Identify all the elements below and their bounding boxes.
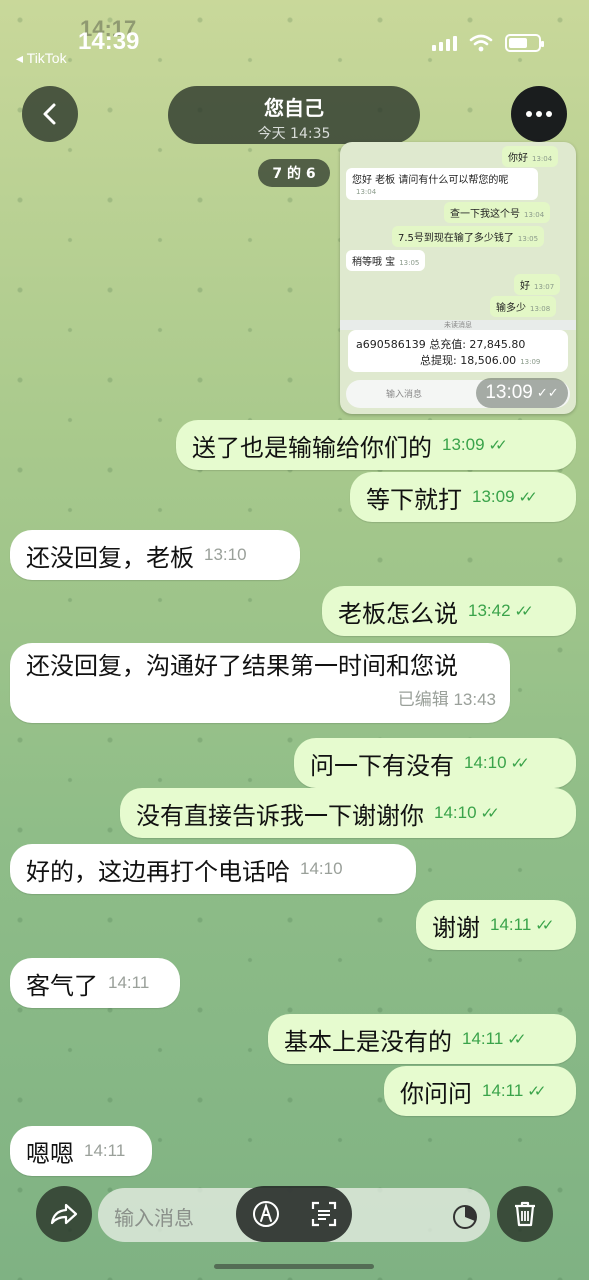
scan-icon[interactable]	[310, 1200, 338, 1228]
embedded-msg: 7.5号到现在输了多少钱了 13:05	[392, 226, 545, 247]
read-check-icon: ✓✓	[488, 437, 508, 454]
read-check-icon: ✓✓	[518, 489, 538, 506]
chat-header: 您自己 今天 14:35	[0, 86, 589, 146]
message-outgoing[interactable]: 基本上是没有的 14:11 ✓✓	[268, 1014, 576, 1064]
message-incoming[interactable]: 还没回复，沟通好了结果第一时间和您说 已编辑 13:43	[10, 643, 510, 723]
back-to-app-link[interactable]: ◂ TikTok	[16, 50, 67, 67]
message-outgoing[interactable]: 问一下有没有 14:10 ✓✓	[294, 738, 576, 788]
read-check-icon: ✓✓	[514, 603, 534, 620]
chat-title: 您自己	[264, 96, 324, 120]
share-button[interactable]	[36, 1186, 92, 1242]
back-button[interactable]	[22, 86, 78, 142]
message-outgoing[interactable]: 等下就打 13:09 ✓✓	[350, 472, 576, 522]
message-incoming[interactable]: 嗯嗯 14:11	[10, 1126, 152, 1176]
message-incoming[interactable]: 客气了 14:11	[10, 958, 180, 1008]
tool-pill	[236, 1186, 352, 1242]
embedded-msg: 您好 老板 请问有什么可以帮您的呢13:04	[346, 168, 538, 200]
embedded-account-card: a690586139 总充值: 27,845.80 总提现: 18,506.00…	[348, 330, 568, 372]
back-chevron-icon	[43, 103, 56, 125]
more-button[interactable]	[511, 86, 567, 142]
more-dots-icon	[526, 111, 532, 117]
embedded-msg: 你好 13:04	[502, 146, 559, 167]
status-time: 14:39	[78, 28, 140, 55]
message-outgoing[interactable]: 没有直接告诉我一下谢谢你 14:10 ✓✓	[120, 788, 576, 838]
read-check-icon: ✓✓	[535, 917, 554, 934]
embedded-msg: 好 13:07	[514, 274, 561, 295]
unread-divider: 未读消息	[340, 320, 576, 330]
message-outgoing[interactable]: 谢谢 14:11 ✓✓	[416, 900, 576, 950]
read-check-icon: ✓✓	[480, 805, 500, 822]
message-outgoing[interactable]: 你问问 14:11 ✓✓	[384, 1066, 576, 1116]
chat-title-pill[interactable]: 您自己 今天 14:35	[168, 86, 420, 144]
read-check-icon: ✓✓	[507, 1031, 526, 1048]
signal-icon	[432, 35, 457, 51]
wifi-icon	[469, 34, 493, 52]
trash-icon	[515, 1201, 535, 1227]
bottom-toolbar: 输入消息	[0, 1186, 589, 1244]
message-incoming[interactable]: 还没回复，老板 13:10	[10, 530, 300, 580]
pen-icon[interactable]	[251, 1199, 281, 1229]
share-icon	[50, 1203, 78, 1225]
pie-timer-icon[interactable]	[452, 1204, 478, 1230]
home-indicator	[214, 1264, 374, 1269]
embedded-msg: 查一下我这个号 13:04	[444, 202, 551, 223]
embedded-msg: 稍等哦 宝 13:05	[346, 250, 426, 271]
media-counter: 7 的 6	[258, 159, 330, 187]
message-outgoing[interactable]: 老板怎么说 13:42 ✓✓	[322, 586, 576, 636]
battery-icon	[505, 34, 544, 52]
delete-button[interactable]	[497, 1186, 553, 1242]
message-incoming[interactable]: 好的，这边再打个电话哈 14:10	[10, 844, 416, 894]
status-icons	[432, 34, 544, 52]
message-outgoing[interactable]: 送了也是输输给你们的 13:09 ✓✓	[176, 420, 576, 470]
read-check-icon: ✓✓	[510, 755, 530, 772]
chat-subtitle: 今天 14:35	[257, 126, 331, 142]
shared-screenshot-image[interactable]: 你好 13:04 您好 老板 请问有什么可以帮您的呢13:04 查一下我这个号 13…	[340, 142, 576, 414]
image-timestamp: 13:09 ✓✓	[476, 378, 568, 408]
read-check-icon: ✓✓	[527, 1083, 546, 1100]
embedded-msg: 输多少 13:08	[490, 296, 557, 317]
status-bar: 14:17 14:39 ◂ TikTok	[0, 0, 589, 80]
